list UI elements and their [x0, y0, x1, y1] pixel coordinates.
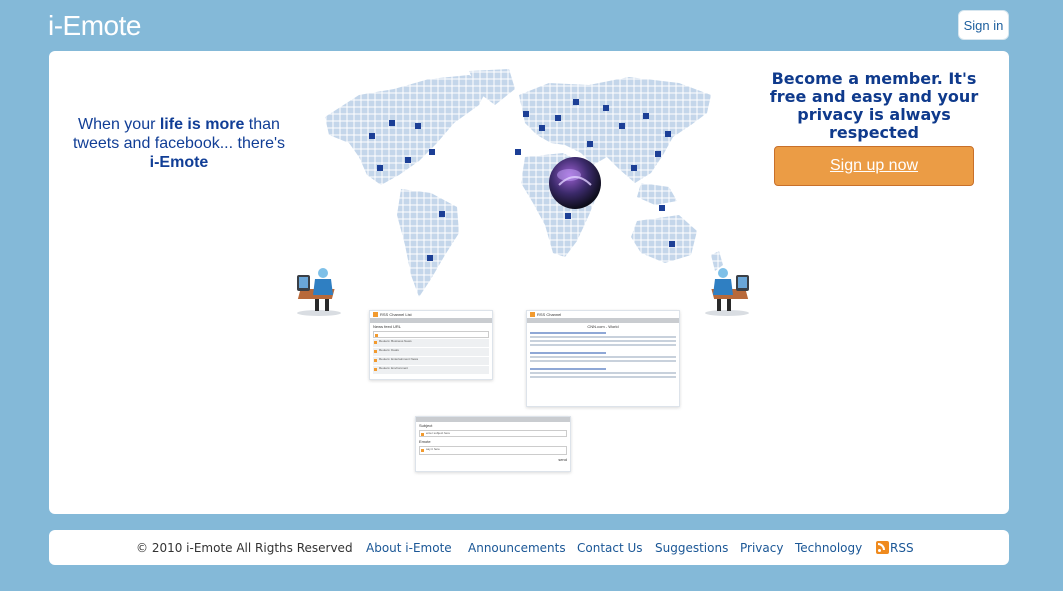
- subject-input: enter subject here: [419, 430, 567, 437]
- article-text-line: [530, 360, 676, 362]
- send-button: send: [558, 457, 567, 462]
- rss-label: RSS: [890, 541, 914, 555]
- article-title-line: [530, 332, 606, 334]
- emote-form-preview: Subject enter subject here Emote say it …: [415, 416, 571, 472]
- footer-link-about[interactable]: About i-Emote: [366, 541, 452, 555]
- article-text-line: [530, 340, 676, 342]
- footer-link-announcements[interactable]: Announcements: [468, 541, 566, 555]
- site-logo[interactable]: i-Emote: [48, 10, 141, 42]
- tagline-bold-2: i-Emote: [149, 154, 209, 171]
- article-text-line: [530, 372, 676, 374]
- copyright-text: © 2010 i-Emote All Rigths Reserved: [136, 541, 353, 555]
- become-member-heading: Become a member. It's free and easy and …: [769, 69, 979, 142]
- rss-channel-list-preview: RSS Channel List News feed URL Reuters: …: [369, 310, 493, 380]
- world-map-illustration: [325, 69, 723, 297]
- channel-subheader: CNN.com - World: [587, 324, 619, 329]
- preview-title: RSS Channel: [537, 312, 562, 317]
- footer-link-suggestions[interactable]: Suggestions: [655, 541, 728, 555]
- sign-up-button[interactable]: Sign up now: [774, 146, 974, 186]
- user-at-computer-illustration-left: [297, 268, 341, 316]
- footer-link-technology[interactable]: Technology: [795, 541, 862, 555]
- rss-icon: [530, 312, 535, 317]
- rss-icon: [876, 541, 889, 554]
- feed-list-item: Reuters: Business News: [373, 339, 489, 347]
- feed-list-item: Reuters: Deals: [373, 348, 489, 356]
- subject-label: Subject: [419, 423, 433, 428]
- article-title-line: [530, 352, 606, 354]
- sign-in-button[interactable]: Sign in: [958, 10, 1009, 40]
- article-text-line: [530, 356, 676, 358]
- article-text-line: [530, 376, 676, 378]
- tagline-text-1: When your: [78, 116, 160, 133]
- feed-list-item: Reuters: Environment: [373, 366, 489, 374]
- emote-label: Emote: [419, 439, 431, 444]
- user-at-computer-illustration-right: [705, 268, 749, 316]
- footer-link-contact[interactable]: Contact Us: [577, 541, 643, 555]
- feed-url-input: [373, 331, 489, 338]
- article-title-line: [530, 368, 606, 370]
- footer-link-privacy[interactable]: Privacy: [740, 541, 783, 555]
- hero-tagline: When your life is more than tweets and f…: [69, 115, 289, 172]
- footer: © 2010 i-Emote All Rigths Reserved About…: [49, 530, 1009, 565]
- article-text-line: [530, 344, 676, 346]
- rss-channel-preview: RSS Channel CNN.com - World: [526, 310, 680, 407]
- main-panel: When your life is more than tweets and f…: [49, 51, 1009, 514]
- footer-link-rss[interactable]: RSS: [876, 541, 914, 555]
- feed-list-item: Reuters: Entertainment News: [373, 357, 489, 365]
- feed-url-label: News feed URL: [373, 324, 402, 329]
- article-text-line: [530, 336, 676, 338]
- emote-input: say it here: [419, 446, 567, 455]
- preview-title: RSS Channel List: [380, 312, 412, 317]
- rss-icon: [373, 312, 378, 317]
- tagline-bold-1: life is more: [159, 116, 245, 133]
